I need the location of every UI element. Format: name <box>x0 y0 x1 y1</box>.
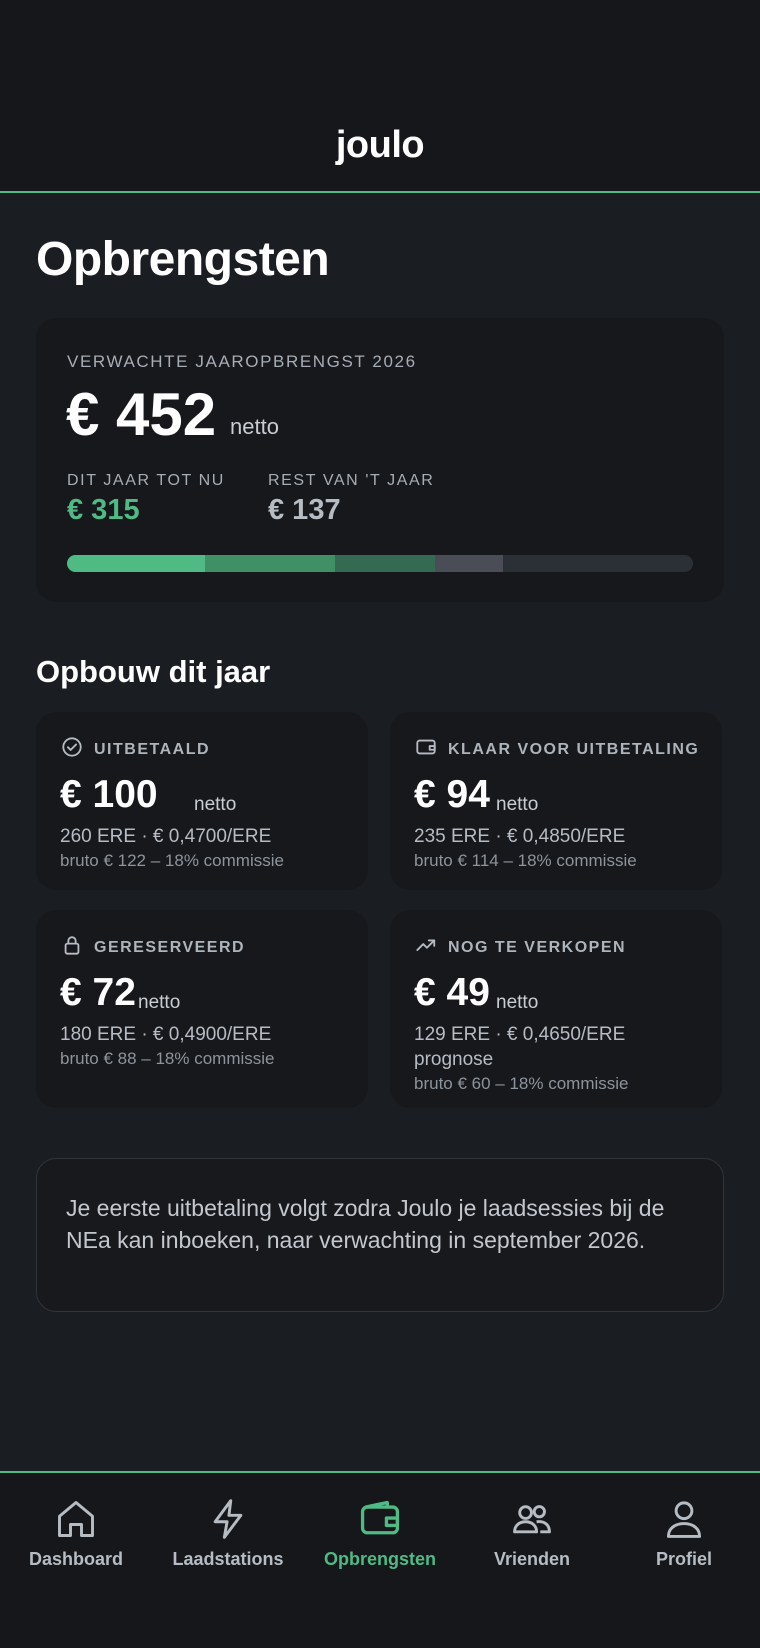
paid-ere-line: 260 ERE · € 0,4700/ERE <box>60 826 272 847</box>
wallet-icon <box>416 739 436 755</box>
check-circle-icon <box>62 737 82 757</box>
still-to-sell-card: NOG TE VERKOPEN € 49 netto 129 ERE · € 0… <box>390 910 722 1108</box>
rest-value: € 137 <box>268 494 341 526</box>
reserved-unit: netto <box>138 992 181 1013</box>
paid-amount: € 100 <box>60 773 158 816</box>
reserved-amount: € 72 <box>60 971 136 1014</box>
ready-amount: € 94 <box>414 773 490 816</box>
still-to-sell-gross-line: bruto € 60 – 18% commissie <box>414 1074 629 1093</box>
tab-dashboard-label: Dashboard <box>28 1549 124 1569</box>
home-icon <box>58 1501 94 1537</box>
reserved-gross-line: bruto € 88 – 18% commissie <box>60 1049 275 1068</box>
still-to-sell-amount: € 49 <box>414 971 490 1014</box>
annual-earnings-unit: netto <box>230 414 279 439</box>
annual-earnings-amount: € 452 <box>66 381 217 448</box>
reserved-ere-line: 180 ERE · € 0,4900/ERE <box>60 1024 272 1045</box>
earnings-progress-bar <box>67 555 693 572</box>
paid-card: UITBETAALD € 100 netto 260 ERE · € 0,470… <box>36 712 368 890</box>
user-icon <box>666 1501 702 1538</box>
ready-gross-line: bruto € 114 – 18% commissie <box>414 851 637 870</box>
tab-profiel[interactable]: Profiel <box>608 1473 760 1613</box>
paid-label: UITBETAALD <box>94 741 211 758</box>
reserved-card: GERESERVEERD € 72 netto 180 ERE · € 0,49… <box>36 910 368 1108</box>
tab-opbrengsten[interactable]: Opbrengsten <box>304 1473 456 1613</box>
progress-segment-2 <box>335 555 435 572</box>
tab-profiel-label: Profiel <box>655 1549 712 1569</box>
tab-vrienden[interactable]: Vrienden <box>456 1473 608 1613</box>
annual-earnings-card: VERWACHTE JAAROPBRENGST 2026 € 452 netto… <box>36 318 724 602</box>
forecast-label: prognose <box>414 1049 494 1070</box>
joulo-logo[interactable]: joulo <box>0 124 760 167</box>
tab-vrienden-label: Vrienden <box>493 1549 571 1569</box>
paid-unit: netto <box>194 794 237 815</box>
progress-segment-0 <box>67 555 205 572</box>
tab-laadstations[interactable]: Laadstations <box>152 1473 304 1613</box>
still-to-sell-unit: netto <box>496 992 539 1013</box>
annual-earnings-label: VERWACHTE JAAROPBRENGST 2026 <box>67 352 417 371</box>
progress-segment-1 <box>205 555 335 572</box>
page-title: Opbrengsten <box>36 233 330 286</box>
users-icon <box>513 1505 551 1534</box>
still-to-sell-ere-line: 129 ERE · € 0,4650/ERE <box>414 1024 626 1045</box>
paid-gross-line: bruto € 122 – 18% commissie <box>60 851 284 870</box>
ready-for-payout-card: KLAAR VOOR UITBETALING € 94 netto 235 ER… <box>390 712 722 890</box>
lightning-icon <box>213 1499 243 1539</box>
rest-label: REST VAN 'T JAAR <box>268 472 435 489</box>
tab-dashboard[interactable]: Dashboard <box>0 1473 152 1613</box>
ready-label: KLAAR VOOR UITBETALING <box>448 741 700 758</box>
ready-unit: netto <box>496 794 539 815</box>
breakdown-title: Opbouw dit jaar <box>36 654 271 689</box>
trending-up-icon <box>416 939 436 951</box>
reserved-label: GERESERVEERD <box>94 939 246 956</box>
app-header: joulo <box>0 0 760 193</box>
so-far-label: DIT JAAR TOT NU <box>67 472 225 489</box>
still-to-sell-label: NOG TE VERKOPEN <box>448 939 627 956</box>
lock-icon <box>64 936 80 955</box>
progress-segment-3 <box>435 555 503 572</box>
so-far-value: € 315 <box>67 494 140 526</box>
tab-opbrengsten-label: Opbrengsten <box>323 1549 436 1569</box>
payout-info-note: Je eerste uitbetaling volgt zodra Joulo … <box>36 1158 724 1312</box>
ready-ere-line: 235 ERE · € 0,4850/ERE <box>414 826 626 847</box>
bottom-tab-bar: Dashboard Laadstations Opbrengsten Vrien… <box>0 1471 760 1648</box>
tab-laadstations-label: Laadstations <box>172 1549 284 1569</box>
wallet-icon <box>360 1500 400 1535</box>
